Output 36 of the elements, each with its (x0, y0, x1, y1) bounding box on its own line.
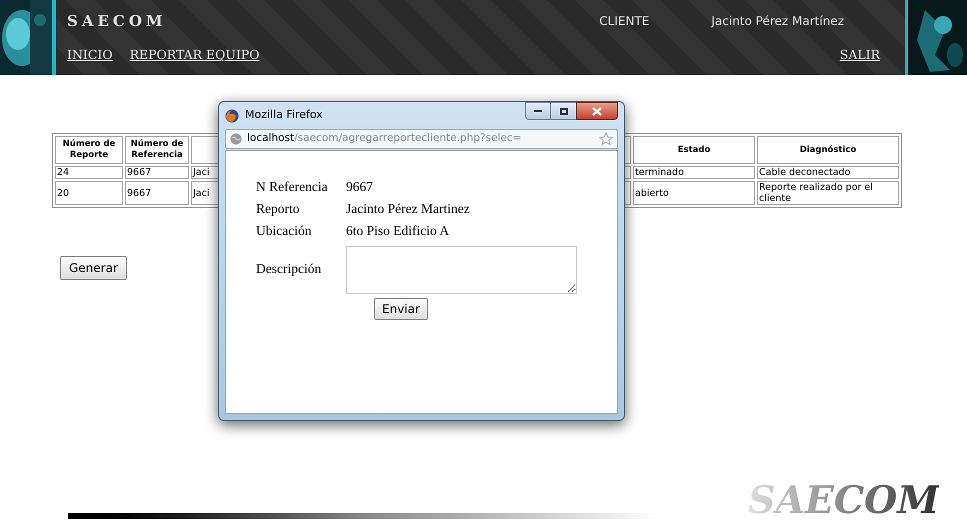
table-cell: 20 (55, 181, 123, 205)
globe-icon (230, 133, 242, 145)
field-label: Descripción (256, 260, 322, 278)
field-value: 6to Piso Edificio A (346, 222, 450, 239)
column-header: Número de Referencia (125, 136, 189, 164)
close-button[interactable] (576, 102, 618, 120)
address-bar[interactable]: localhost/saecom/agregarreportecliente.php?selec= (225, 129, 618, 149)
star-icon[interactable] (599, 132, 613, 146)
maximize-button[interactable] (551, 102, 576, 120)
table-cell: 9667 (125, 181, 189, 205)
table-cell: terminado (633, 166, 755, 179)
generate-button[interactable]: Generar (60, 256, 127, 280)
field-value: 9667 (346, 178, 374, 195)
field-label: N Referencia (256, 178, 329, 195)
close-icon (592, 106, 602, 116)
nav-link[interactable]: REPORTAR EQUIPO (130, 46, 260, 65)
nav-link[interactable]: INICIO (67, 46, 113, 65)
column-header: Estado (633, 136, 755, 164)
table-cell: Cable deconectado (757, 166, 899, 179)
url-text: localhost/saecom/agregarreportecliente.php?selec= (247, 131, 522, 146)
logout-link[interactable]: SALIR (840, 46, 880, 65)
table-cell: 24 (55, 166, 123, 179)
role-label: CLIENTE (599, 13, 650, 30)
user-name: Jacinto Pérez Martínez (711, 13, 844, 30)
description-field[interactable] (346, 246, 577, 294)
firefox-icon (225, 108, 239, 122)
table-cell: abierto (633, 181, 755, 205)
window-title: Mozilla Firefox (245, 107, 323, 124)
brand-title: SAECOM (67, 11, 167, 32)
minimize-button[interactable] (525, 102, 551, 120)
column-header: Diagnóstico (757, 136, 899, 164)
field-label: Ubicación (256, 222, 312, 239)
submit-button[interactable]: Enviar (374, 298, 428, 320)
column-header: Número de Reporte (55, 136, 123, 164)
table-cell: 9667 (125, 166, 189, 179)
table-cell: Reporte realizado por el cliente (757, 181, 899, 205)
